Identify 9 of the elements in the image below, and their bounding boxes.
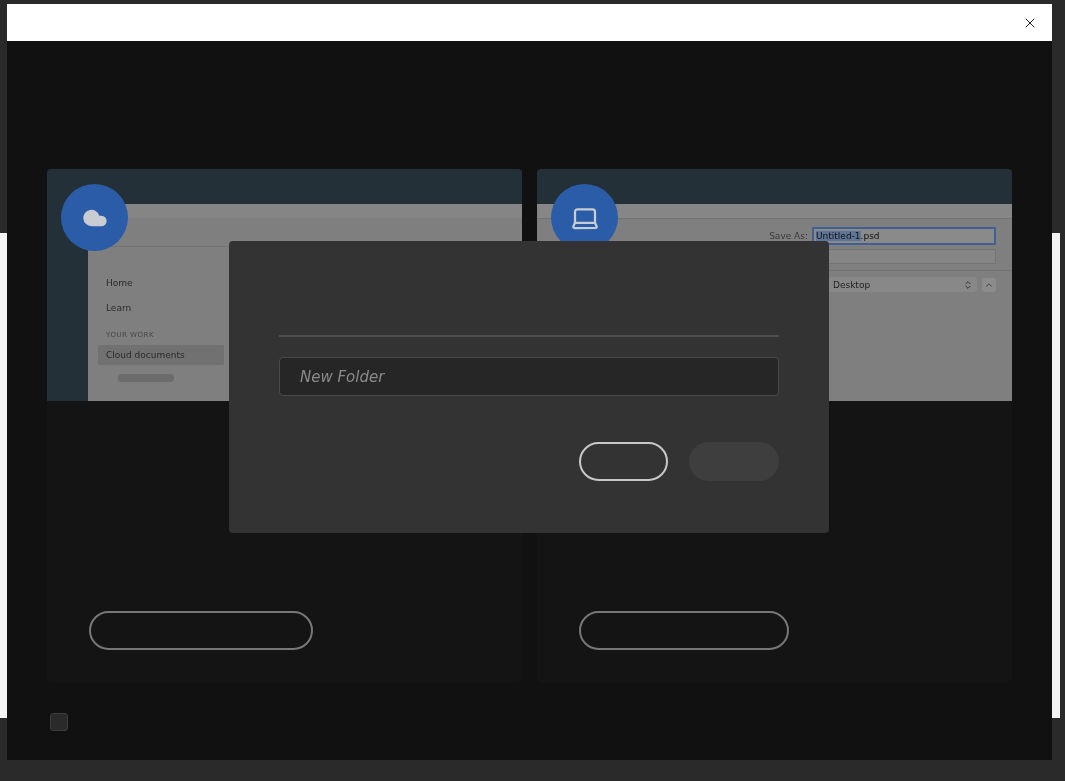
computer-option-button[interactable] [579,611,789,650]
save-as-label: Save As: [769,231,808,241]
checkbox[interactable] [50,713,68,731]
chevron-up-icon [982,277,996,292]
folder-name-input[interactable]: New Folder [279,357,779,396]
cloud-option-button[interactable] [89,611,313,650]
file-name-field: Untitled-1.psd [812,227,996,245]
outlined-button[interactable] [579,442,668,481]
up-down-chevron-icon [963,279,973,290]
